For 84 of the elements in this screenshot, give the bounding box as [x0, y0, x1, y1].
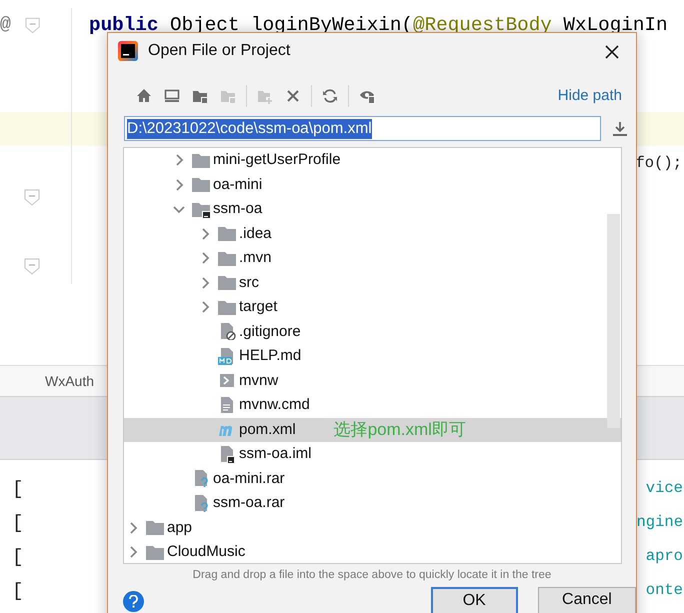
- console-text: [: [12, 510, 24, 536]
- tree-item-label[interactable]: .gitignore: [239, 320, 301, 343]
- tree-row[interactable]: mini-getUserProfile: [124, 148, 621, 172]
- tree-row[interactable]: target: [124, 295, 621, 320]
- unknown-file-icon: [192, 470, 210, 488]
- tree-row[interactable]: .mvn: [124, 246, 621, 270]
- tree-row[interactable]: .gitignore: [124, 320, 621, 344]
- tree-item-label[interactable]: .mvn: [239, 247, 272, 270]
- tree-item-label[interactable]: mini-getUserProfile: [213, 149, 341, 172]
- tree-item-label[interactable]: app: [167, 516, 192, 539]
- folder-icon: [146, 544, 164, 561]
- folder-icon: [218, 274, 236, 292]
- console-text: vice: [646, 478, 684, 500]
- module-file-icon: [218, 446, 236, 463]
- tree-item-label[interactable]: CloudMusic: [167, 541, 246, 563]
- tree-row[interactable]: app: [124, 516, 621, 540]
- tree-item-label[interactable]: ssm-oa.iml: [239, 443, 312, 466]
- fold-marker-icon[interactable]: [24, 258, 40, 276]
- help-icon[interactable]: [123, 591, 144, 612]
- tree-row[interactable]: oa-mini: [124, 172, 621, 197]
- tree-item-label[interactable]: src: [239, 272, 259, 294]
- text-file-icon: [218, 396, 236, 414]
- ok-button[interactable]: OK: [430, 587, 518, 613]
- tree-item-label[interactable]: ssm-oa.rar: [213, 492, 285, 514]
- code-line: public Object loginByWeixin(@RequestBody WxLoginIn: [88, 12, 668, 38]
- module-folder-icon: [220, 88, 236, 104]
- console-text: [: [12, 544, 24, 570]
- tree-item-label[interactable]: .idea: [239, 222, 272, 245]
- fold-marker-icon[interactable]: [24, 189, 40, 206]
- markdown-file-icon: [218, 348, 236, 365]
- console-text: [: [12, 476, 24, 502]
- tree-row[interactable]: mvnw: [124, 368, 621, 393]
- annotation-text: 选择pom.xml即可: [334, 419, 466, 441]
- tree-item-label[interactable]: oa-mini.rar: [213, 468, 285, 490]
- home-icon: [136, 88, 152, 104]
- scrollbar-thumb[interactable]: [607, 214, 620, 428]
- folder-icon: [192, 152, 210, 169]
- app-logo-icon: [118, 41, 138, 61]
- refresh-icon: [322, 88, 338, 104]
- download-icon[interactable]: [612, 120, 628, 136]
- editor-tab[interactable]: WxAuth: [45, 370, 94, 392]
- dialog-title: Open File or Project: [148, 41, 290, 61]
- close-icon: [604, 44, 620, 60]
- terminal-file-icon: [218, 372, 236, 390]
- tree-row[interactable]: src: [124, 270, 621, 295]
- code-line: fo();: [635, 152, 683, 174]
- tree-row[interactable]: ssm-oa: [124, 197, 621, 222]
- close-icon: [285, 88, 301, 104]
- tree-row[interactable]: pom.xml 选择pom.xml即可: [124, 418, 621, 442]
- hint-text: Drag and drop a file into the space above to quickly locate it in the tree: [192, 568, 552, 583]
- tree-item-label[interactable]: mvnw: [239, 370, 278, 392]
- desktop-icon: [164, 88, 180, 104]
- tree-row[interactable]: oa-mini.rar: [124, 466, 621, 491]
- console-text: ngine: [636, 512, 684, 534]
- project-folder-icon: [192, 88, 208, 104]
- tree-row[interactable]: ssm-oa.iml: [124, 442, 621, 466]
- tree-row[interactable]: .idea: [124, 222, 621, 246]
- folder-icon: [218, 298, 236, 316]
- gutter-marker: @: [0, 14, 12, 37]
- fold-marker-icon[interactable]: [24, 16, 40, 34]
- tree-row[interactable]: HELP.md: [124, 344, 621, 368]
- unknown-file-icon: [192, 494, 210, 512]
- cancel-button[interactable]: Cancel: [538, 587, 636, 613]
- console-text: onte: [646, 580, 684, 602]
- tree-row[interactable]: mvnw.cmd: [124, 393, 621, 418]
- folder-icon: [218, 250, 236, 267]
- folder-icon: [218, 225, 236, 242]
- tree-item-label[interactable]: ssm-oa: [213, 198, 262, 220]
- tree-item-label[interactable]: pom.xml: [239, 418, 296, 441]
- console-text: apro: [646, 546, 684, 568]
- path-field[interactable]: D:\20231022\code\ssm-oa\pom.xml: [124, 116, 601, 141]
- folder-icon: [192, 176, 210, 194]
- tree-item-label[interactable]: target: [239, 296, 278, 318]
- tree-item-label[interactable]: HELP.md: [239, 345, 302, 368]
- tree-item-label[interactable]: mvnw.cmd: [239, 394, 310, 416]
- folder-icon: [146, 519, 164, 536]
- ignored-file-icon: [218, 323, 236, 340]
- new-folder-icon: [257, 88, 273, 104]
- tree-item-label[interactable]: oa-mini: [213, 174, 262, 196]
- console-text: [: [12, 578, 24, 604]
- tree-row[interactable]: ssm-oa.rar: [124, 491, 621, 516]
- module-folder-icon: [192, 200, 210, 218]
- hide-path-link[interactable]: Hide path: [558, 84, 622, 108]
- tree-row[interactable]: CloudMusic: [124, 540, 621, 563]
